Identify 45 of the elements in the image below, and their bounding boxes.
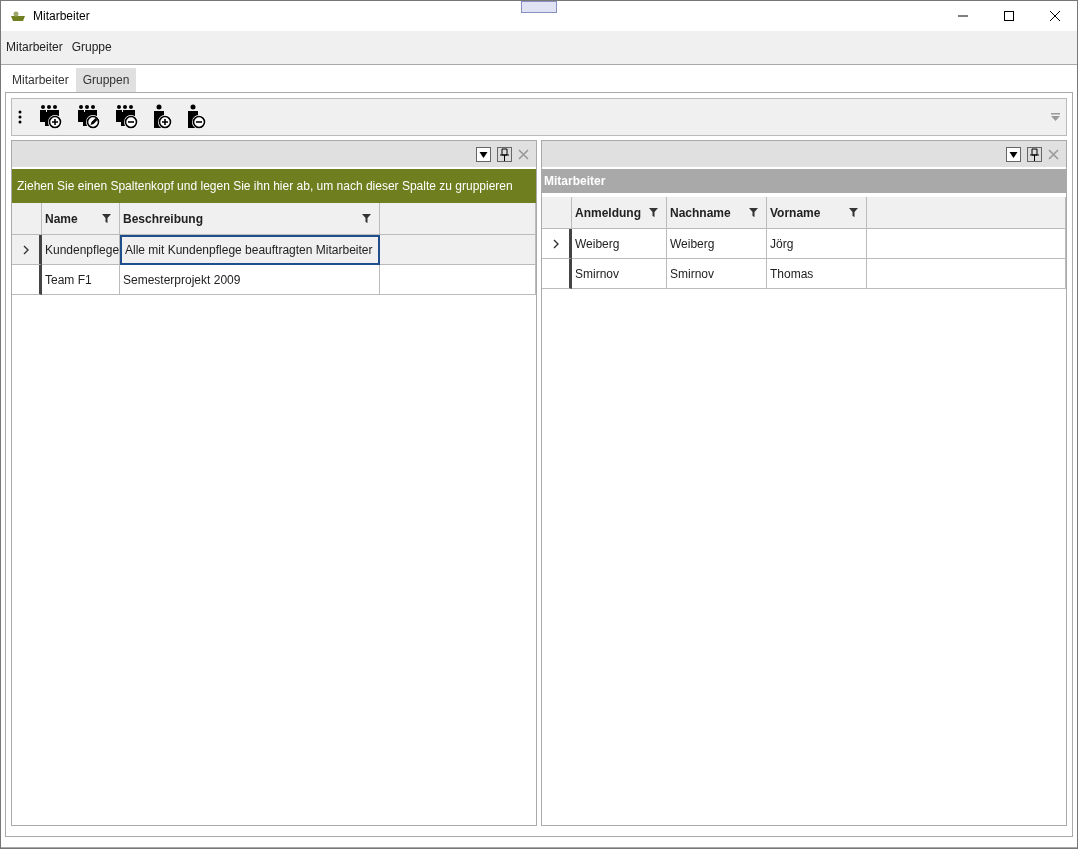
table-cell: Smirnov — [667, 259, 767, 289]
column-header[interactable]: Vorname — [767, 197, 867, 229]
menu-item[interactable]: Gruppe — [71, 39, 112, 54]
window-title: Mitarbeiter — [33, 9, 90, 23]
table-cell: Alle mit Kundenpflege beauftragten Mitarbeiter — [120, 235, 380, 265]
dropdown-icon[interactable] — [1006, 146, 1021, 162]
maximize-icon[interactable] — [1003, 10, 1015, 22]
table-cell: Jörg — [767, 229, 867, 259]
column-header[interactable]: Nachname — [667, 197, 767, 229]
column-header[interactable]: Anmeldung — [572, 197, 667, 229]
dropdown-icon[interactable] — [476, 146, 491, 162]
filter-icon[interactable] — [649, 208, 658, 217]
table-cell: Kundenpflege — [42, 235, 120, 265]
tab[interactable]: Mitarbeiter — [5, 68, 76, 92]
table-cell: Weiberg — [572, 229, 667, 259]
drag-handle[interactable] — [521, 1, 557, 13]
filter-icon[interactable] — [849, 208, 858, 217]
column-header[interactable]: Beschreibung — [120, 203, 380, 235]
table-cell: Thomas — [767, 259, 867, 289]
pin-icon[interactable] — [497, 146, 512, 162]
table-cell: Team F1 — [42, 265, 120, 295]
grip-icon[interactable] — [18, 110, 22, 124]
table-cell: Smirnov — [572, 259, 667, 289]
person-remove-icon[interactable] — [186, 104, 208, 130]
filter-icon[interactable] — [362, 214, 371, 223]
table-cell: Semesterprojekt 2009 — [120, 265, 380, 295]
group-add-icon[interactable] — [38, 104, 64, 130]
row-indicator[interactable] — [12, 235, 42, 265]
grid-caption: Mitarbeiter — [542, 169, 1066, 193]
row-indicator[interactable] — [542, 259, 572, 289]
row-indicator[interactable] — [12, 265, 42, 295]
filter-icon[interactable] — [102, 214, 111, 223]
group-edit-icon[interactable] — [76, 104, 102, 130]
app-icon — [10, 10, 26, 22]
close-icon[interactable] — [1049, 10, 1061, 22]
group-panel-hint: Ziehen Sie einen Spaltenkopf und legen Sie ihn hier ab, um nach dieser Spalte zu gruppieren — [12, 169, 536, 203]
row-indicator[interactable] — [542, 229, 572, 259]
group-remove-icon[interactable] — [114, 104, 140, 130]
pin-icon[interactable] — [1027, 146, 1042, 162]
header-corner — [542, 197, 572, 229]
menu-item[interactable]: Mitarbeiter — [6, 39, 63, 54]
tab[interactable]: Gruppen — [75, 68, 137, 92]
table-cell: Weiberg — [667, 229, 767, 259]
filter-icon[interactable] — [749, 208, 758, 217]
person-add-icon[interactable] — [152, 104, 174, 130]
